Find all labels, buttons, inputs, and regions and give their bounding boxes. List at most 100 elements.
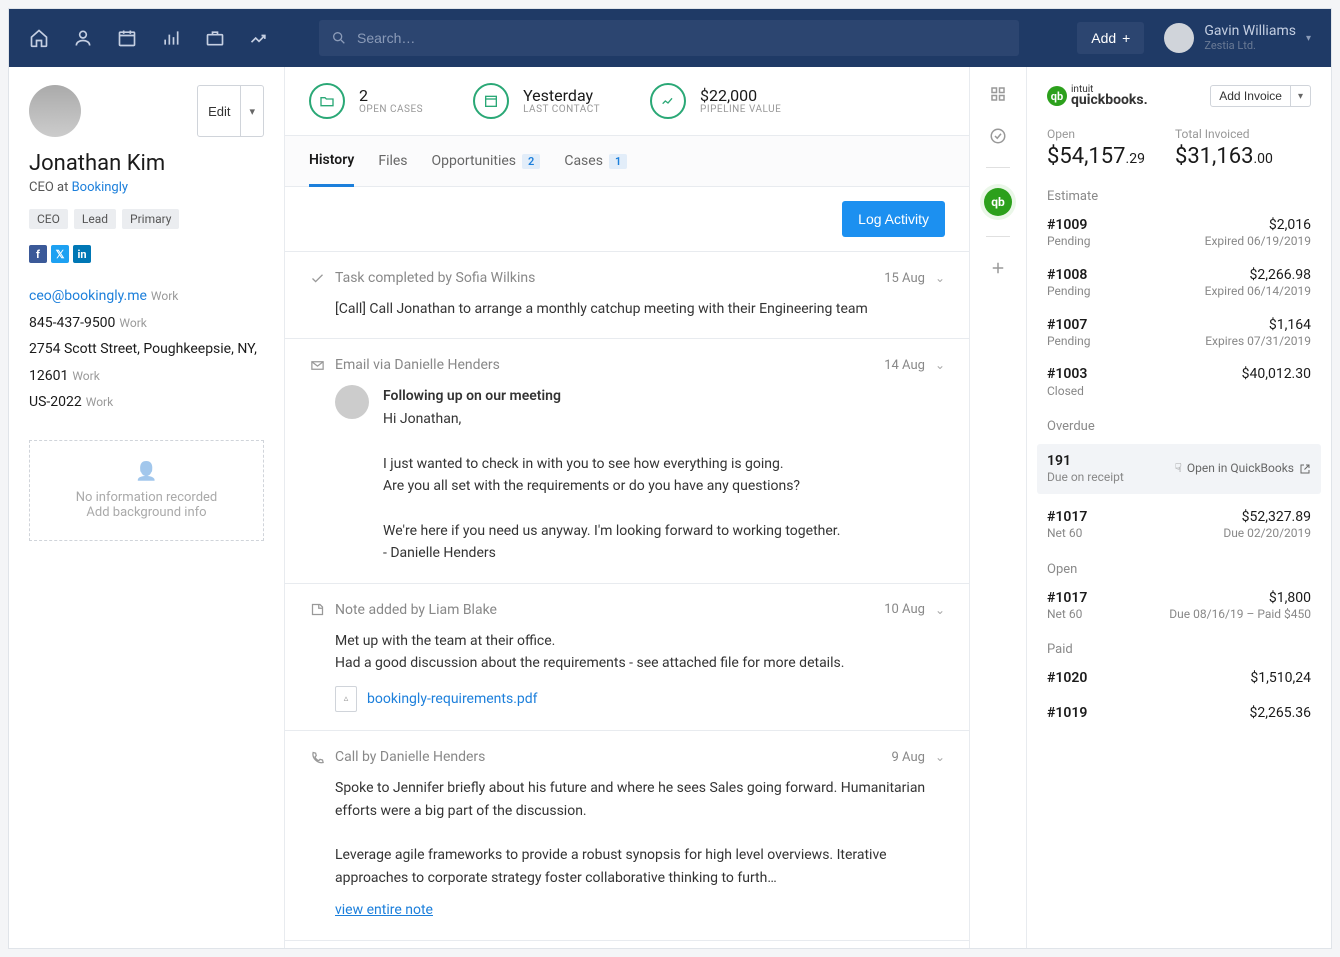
header: Add+ Gavin Williams Zestia Ltd. ▾ <box>9 9 1331 67</box>
avatar <box>1164 23 1194 53</box>
phone-icon <box>309 749 325 765</box>
person-icon[interactable] <box>73 28 93 48</box>
chevron-down-icon: ⌄ <box>935 603 945 617</box>
entry-header[interactable]: Note added by Liam Blake 10 Aug ⌄ <box>309 602 945 618</box>
mail-icon <box>309 357 325 373</box>
contact-details: ceo@bookingly.meWork 845-437-9500Work 27… <box>29 283 264 416</box>
view-entire-note-link[interactable]: view entire note <box>335 899 433 921</box>
trend-icon[interactable] <box>249 28 269 48</box>
chevron-down-icon: ⌄ <box>935 750 945 764</box>
attachment-link[interactable]: bookingly-requirements.pdf <box>367 688 538 710</box>
contact-sidebar: Edit ▾ Jonathan Kim CEO at Bookingly CEO… <box>9 67 285 948</box>
home-icon[interactable] <box>29 28 49 48</box>
sender-avatar <box>335 385 369 419</box>
folder-icon <box>309 83 345 119</box>
tabs: History Files Opportunities2 Cases1 <box>285 135 969 187</box>
phone: 845-437-9500 <box>29 315 115 331</box>
open-in-quickbooks-link[interactable]: ☟ Open in QuickBooks <box>1175 452 1311 486</box>
twitter-icon[interactable]: 𝕏 <box>51 245 69 263</box>
body: Edit ▾ Jonathan Kim CEO at Bookingly CEO… <box>9 67 1331 948</box>
tab-opportunities[interactable]: Opportunities2 <box>432 136 541 186</box>
external-link-icon <box>1299 463 1311 475</box>
section-estimate: Estimate <box>1047 189 1311 204</box>
open-label: Open <box>1047 127 1145 141</box>
invoice-row[interactable]: #1003Closed$40,012.30 <box>1047 363 1311 401</box>
search-input[interactable] <box>357 30 1007 46</box>
invoice-row[interactable]: #1019$2,265.36 <box>1047 702 1311 724</box>
entry-header[interactable]: Call by Danielle Henders 9 Aug ⌄ <box>309 749 945 765</box>
tag[interactable]: Lead <box>74 209 116 229</box>
stat-pipeline: $22,000PIPELINE VALUE <box>650 83 781 119</box>
add-invoice-button[interactable]: Add Invoice <box>1210 85 1291 107</box>
quickbooks-panel: qb intuitquickbooks. Add Invoice ▾ Open … <box>1027 67 1331 948</box>
edit-dropdown[interactable]: ▾ <box>241 85 264 137</box>
bars-icon[interactable] <box>161 28 181 48</box>
invoice-row[interactable]: #1020$1,510,24 <box>1047 667 1311 689</box>
user-menu[interactable]: Gavin Williams Zestia Ltd. ▾ <box>1164 23 1311 53</box>
total-invoiced-value: $31,163.00 <box>1175 144 1273 169</box>
quickbooks-icon[interactable]: qb <box>984 188 1012 216</box>
plus-icon: + <box>1122 30 1130 46</box>
quickbooks-logo: qb intuitquickbooks. <box>1047 85 1148 107</box>
log-row: Log Activity <box>285 187 969 252</box>
entry-call: Call by Danielle Henders 9 Aug ⌄ Spoke t… <box>285 731 969 940</box>
briefcase-icon[interactable] <box>205 28 225 48</box>
grid-icon[interactable] <box>987 83 1009 105</box>
header-nav-icons <box>29 28 269 48</box>
person-placeholder-icon: 👤 <box>50 461 243 482</box>
stat-open-cases: 2OPEN CASES <box>309 83 423 119</box>
tag[interactable]: CEO <box>29 209 68 229</box>
tags: CEO Lead Primary <box>29 209 264 229</box>
tab-history[interactable]: History <box>309 136 354 187</box>
contact-title: CEO at Bookingly <box>29 180 264 195</box>
entry-note: Note added by Liam Blake 10 Aug ⌄ Met up… <box>285 584 969 732</box>
log-activity-button[interactable]: Log Activity <box>842 201 945 237</box>
right-rail: qb <box>970 67 1027 948</box>
facebook-icon[interactable]: f <box>29 245 47 263</box>
check-circle-icon[interactable] <box>987 125 1009 147</box>
edit-button[interactable]: Edit <box>197 85 241 137</box>
stats-row: 2OPEN CASES YesterdayLAST CONTACT $22,00… <box>285 67 969 135</box>
entry-task: Task completed by Sofia Wilkins 15 Aug ⌄… <box>285 252 969 339</box>
open-value: $54,157.29 <box>1047 144 1145 169</box>
main-content: 2OPEN CASES YesterdayLAST CONTACT $22,00… <box>285 67 970 948</box>
trend-icon <box>650 83 686 119</box>
invoice-row[interactable]: #1017Net 60$52,327.89Due 02/20/2019 <box>1047 506 1311 544</box>
add-button[interactable]: Add+ <box>1077 22 1144 54</box>
email-link[interactable]: ceo@bookingly.me <box>29 288 147 304</box>
section-overdue: Overdue <box>1047 419 1311 434</box>
chevron-down-icon: ▾ <box>1306 33 1311 44</box>
contact-name: Jonathan Kim <box>29 151 264 176</box>
search-input-wrap[interactable] <box>319 20 1019 56</box>
entry-header[interactable]: Task completed by Sofia Wilkins 15 Aug ⌄ <box>309 270 945 286</box>
search-bar <box>319 20 1019 56</box>
country: US-2022 <box>29 394 82 410</box>
add-invoice-dropdown[interactable]: ▾ <box>1291 85 1311 107</box>
tab-files[interactable]: Files <box>378 136 407 186</box>
cursor-hand-icon: ☟ <box>1175 461 1182 477</box>
check-icon <box>309 270 325 286</box>
invoice-row-hover[interactable]: 191Due on receipt ☟ Open in QuickBooks <box>1037 444 1321 494</box>
invoice-row[interactable]: #1007Pending$1,164Expires 07/31/2019 <box>1047 314 1311 352</box>
entry-header[interactable]: Email via Danielle Henders 14 Aug ⌄ <box>309 357 945 373</box>
invoice-row[interactable]: #1008Pending$2,266.98Expired 06/14/2019 <box>1047 264 1311 302</box>
contact-avatar <box>29 85 81 137</box>
search-icon <box>331 30 347 46</box>
total-invoiced-label: Total Invoiced <box>1175 127 1273 141</box>
entry-email: Email via Danielle Henders 14 Aug ⌄ Foll… <box>285 339 969 583</box>
invoice-row[interactable]: #1009Pending$2,016Expired 06/19/2019 <box>1047 214 1311 252</box>
calendar-icon[interactable] <box>117 28 137 48</box>
linkedin-icon[interactable]: in <box>73 245 91 263</box>
tab-cases[interactable]: Cases1 <box>564 136 627 186</box>
stat-last-contact: YesterdayLAST CONTACT <box>473 83 600 119</box>
tag[interactable]: Primary <box>122 209 179 229</box>
invoice-row[interactable]: #1017Net 60$1,800Due 08/16/19 – Paid $45… <box>1047 587 1311 625</box>
edit-split-button: Edit ▾ <box>197 85 264 137</box>
file-icon: ▵ <box>335 686 357 712</box>
company-link[interactable]: Bookingly <box>72 180 128 195</box>
header-right: Add+ Gavin Williams Zestia Ltd. ▾ <box>1077 22 1311 54</box>
background-info-box[interactable]: 👤 No information recorded Add background… <box>29 440 264 541</box>
user-org: Zestia Ltd. <box>1204 40 1296 52</box>
plus-icon[interactable] <box>987 257 1009 279</box>
social-links: f 𝕏 in <box>29 245 264 263</box>
